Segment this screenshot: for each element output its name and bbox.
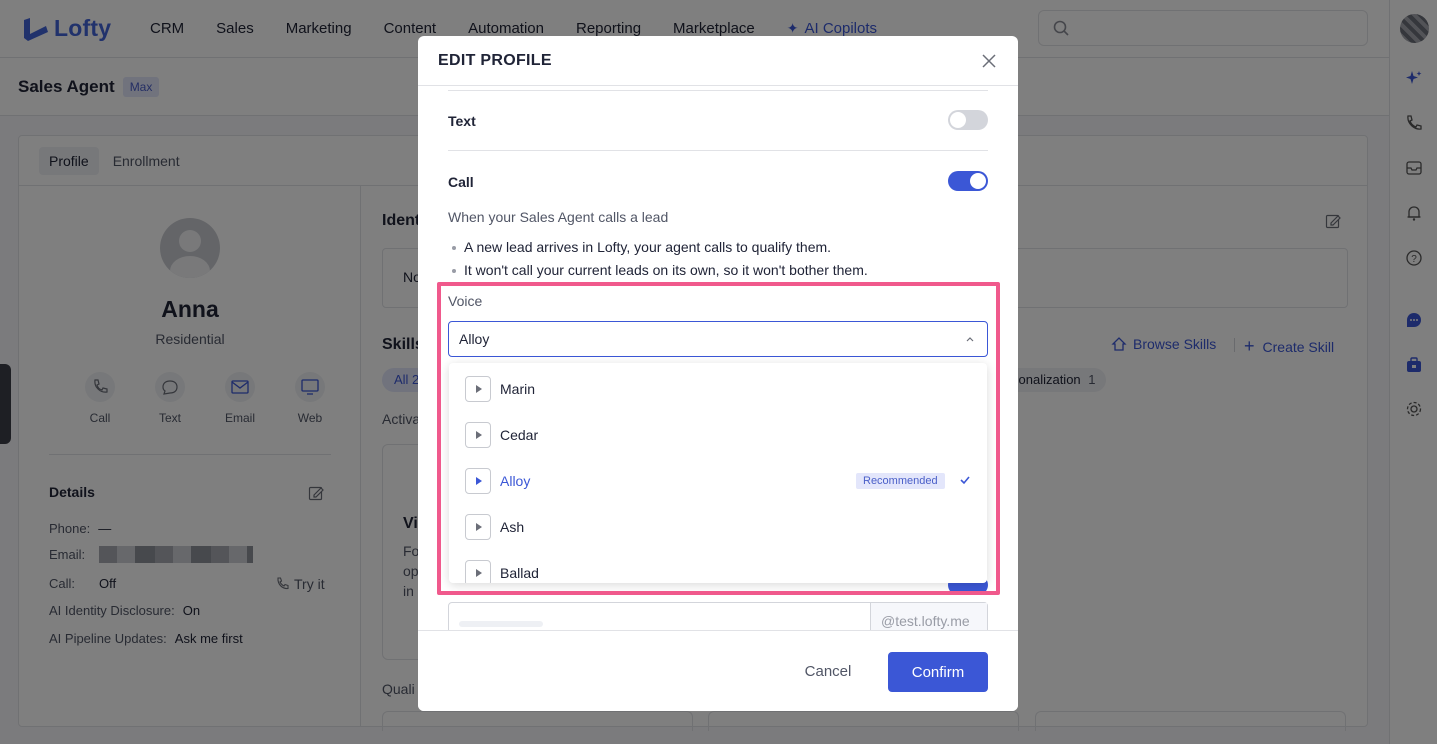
- email-input-placeholder: [459, 621, 543, 627]
- divider: [448, 150, 988, 151]
- call-setting-label: Call: [448, 174, 474, 190]
- call-bullet-text: It won't call your current leads on its …: [464, 262, 868, 278]
- close-icon[interactable]: [981, 53, 997, 69]
- side-drawer-handle[interactable]: [0, 364, 11, 444]
- highlight-box: [437, 282, 1000, 595]
- confirm-button[interactable]: Confirm: [888, 652, 988, 692]
- email-input[interactable]: @test.lofty.me: [448, 602, 988, 630]
- call-bullet: It won't call your current leads on its …: [452, 262, 868, 278]
- modal-header: EDIT PROFILE: [418, 36, 1018, 86]
- text-toggle[interactable]: [948, 110, 988, 130]
- cancel-button[interactable]: Cancel: [788, 656, 868, 686]
- call-bullet-text: A new lead arrives in Lofty, your agent …: [464, 239, 832, 255]
- text-setting-label: Text: [448, 113, 476, 129]
- divider: [448, 90, 988, 91]
- modal-footer: Cancel Confirm: [418, 630, 1018, 711]
- modal-title: EDIT PROFILE: [438, 51, 552, 69]
- call-description: When your Sales Agent calls a lead: [448, 209, 669, 225]
- email-suffix: @test.lofty.me: [870, 603, 987, 630]
- call-toggle[interactable]: [948, 171, 988, 191]
- call-bullet: A new lead arrives in Lofty, your agent …: [452, 239, 831, 255]
